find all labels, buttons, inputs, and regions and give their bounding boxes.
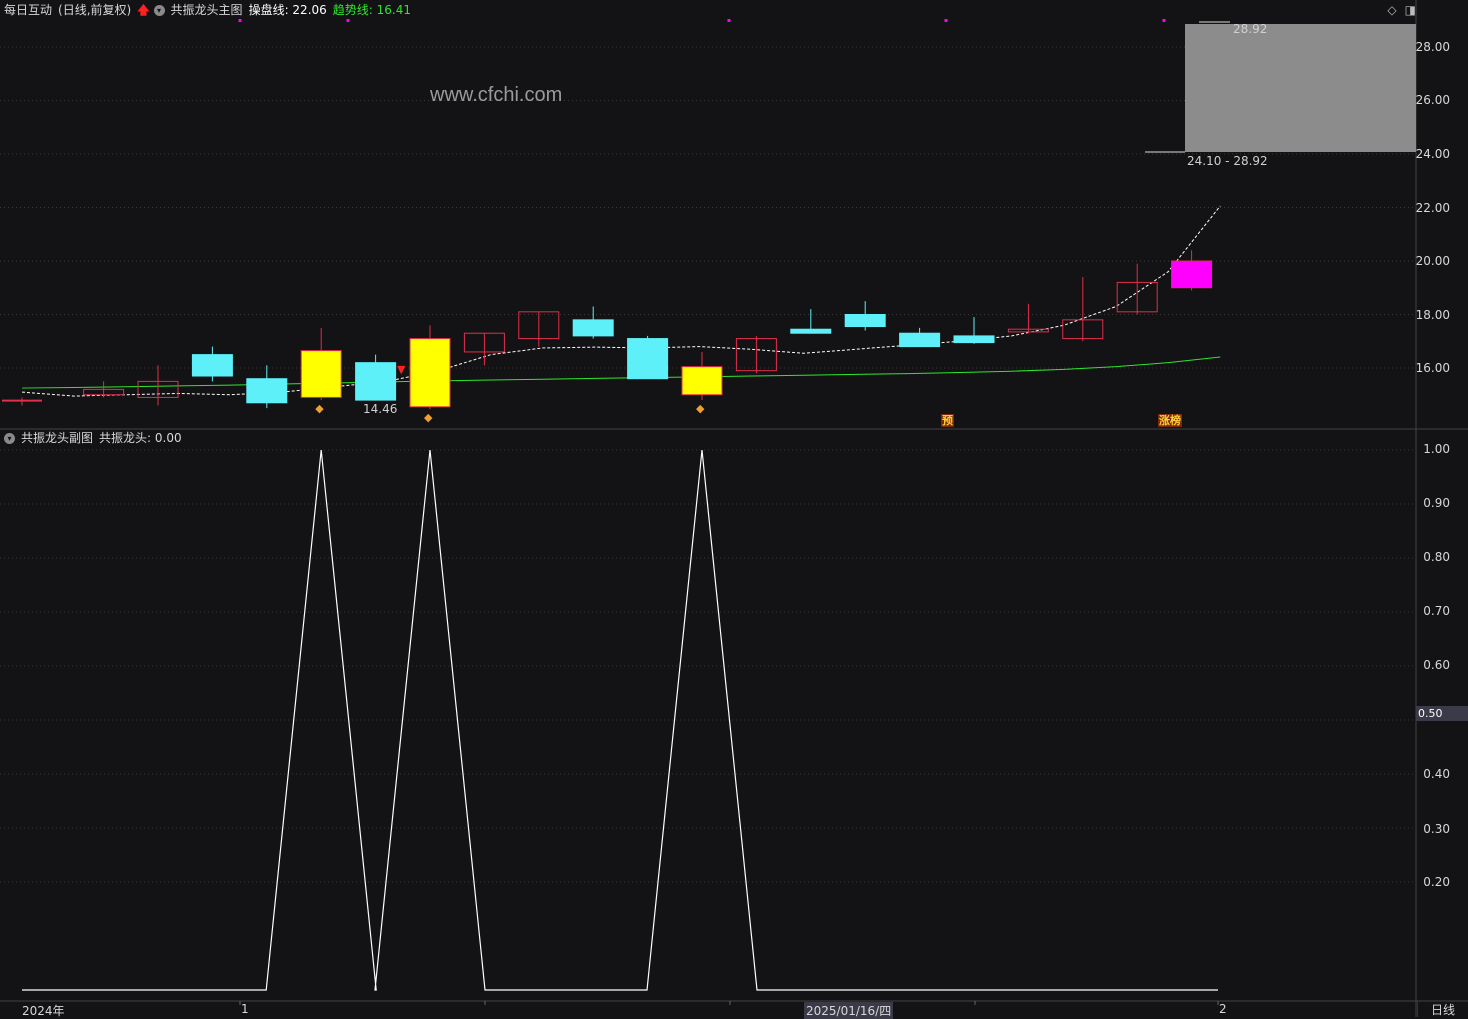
candle-body	[627, 338, 669, 380]
sub-y-tick: 0.40	[1423, 767, 1450, 781]
candle-body	[844, 314, 886, 328]
candle-body	[246, 378, 288, 404]
down-arrow-icon: ▼	[397, 363, 406, 376]
date-mark-2: 2	[1219, 1002, 1227, 1016]
diamond-signal-icon: ◆	[696, 402, 705, 415]
pre-signal-tag: 预	[941, 414, 954, 427]
sub-indicator-name[interactable]: 共振龙头副图	[21, 429, 93, 447]
period-button[interactable]: 日线	[1417, 1001, 1468, 1017]
candle-body	[572, 319, 614, 337]
diamond-signal-icon: ◆	[315, 402, 324, 415]
watermark: www.cfchi.com	[430, 84, 563, 106]
sub-y-tick: 0.30	[1423, 822, 1450, 836]
candle-body	[355, 362, 397, 401]
date-cursor: 2025/01/16/四	[804, 1002, 894, 1019]
up-arrow-icon: 🡅	[137, 3, 150, 17]
y-tick: 26.00	[1415, 93, 1450, 107]
y-tick: 28.00	[1415, 40, 1450, 54]
y-tick: 16.00	[1415, 361, 1450, 375]
sub-y-tick: 0.20	[1423, 875, 1450, 889]
candle-body	[1171, 260, 1213, 289]
y-tick: 18.00	[1415, 308, 1450, 322]
window-controls: ◇ ◨	[1387, 3, 1416, 17]
top-marker	[238, 19, 242, 22]
sub-header: ▾ 共振龙头副图 共振龙头: 0.00	[4, 429, 188, 447]
restore-icon[interactable]: ◨	[1405, 3, 1416, 17]
diamond-signal-icon: ◆	[424, 411, 433, 424]
sub-y-tick: 0.90	[1423, 496, 1450, 510]
high-price-label: 28.92	[1233, 22, 1268, 36]
trend-line-value: 趋势线: 16.41	[332, 3, 411, 17]
top-marker	[944, 19, 948, 22]
sub-indicator-value: 共振龙头: 0.00	[99, 431, 182, 445]
current-value-box: 0.50	[1416, 706, 1468, 721]
candle-body	[790, 328, 832, 334]
stock-name[interactable]: 每日互动	[4, 1, 52, 19]
range-label: 24.10 - 28.92	[1187, 154, 1268, 168]
collapse-icon[interactable]: ▾	[153, 4, 165, 16]
low-price-label: 14.46	[363, 402, 398, 416]
top-marker	[346, 19, 350, 22]
candle-body	[300, 350, 342, 398]
date-mark-1: 1	[241, 1002, 249, 1016]
candle-body	[191, 354, 233, 377]
sub-y-tick: 0.80	[1423, 550, 1450, 564]
candle-body	[899, 332, 941, 348]
period-mode: (日线,前复权)	[58, 3, 132, 17]
main-indicator-name[interactable]: 共振龙头主图	[171, 1, 243, 19]
candle-body	[953, 335, 995, 344]
candle-body	[681, 366, 723, 396]
operating-line-value: 操盘线: 22.06	[248, 3, 327, 17]
diamond-icon[interactable]: ◇	[1387, 3, 1396, 17]
limit-up-tag: 涨榜	[1158, 414, 1182, 427]
range-box	[1185, 24, 1416, 152]
candle-body	[409, 338, 451, 408]
date-start: 2024年	[22, 1004, 65, 1018]
sub-y-tick: 0.60	[1423, 658, 1450, 672]
y-tick: 24.00	[1415, 147, 1450, 161]
chart-canvas[interactable]: ◆ ◆ ◆ ▼	[0, 0, 1468, 1017]
main-header: 每日互动 (日线,前复权) 🡅 ▾ 共振龙头主图 操盘线: 22.06 趋势线:…	[4, 1, 417, 19]
y-tick: 22.00	[1415, 201, 1450, 215]
collapse-icon[interactable]: ▾	[4, 432, 15, 444]
y-tick: 20.00	[1415, 254, 1450, 268]
sub-y-tick: 0.70	[1423, 604, 1450, 618]
top-marker	[1162, 19, 1166, 22]
top-marker	[727, 19, 731, 22]
sub-y-tick: 1.00	[1423, 442, 1450, 456]
